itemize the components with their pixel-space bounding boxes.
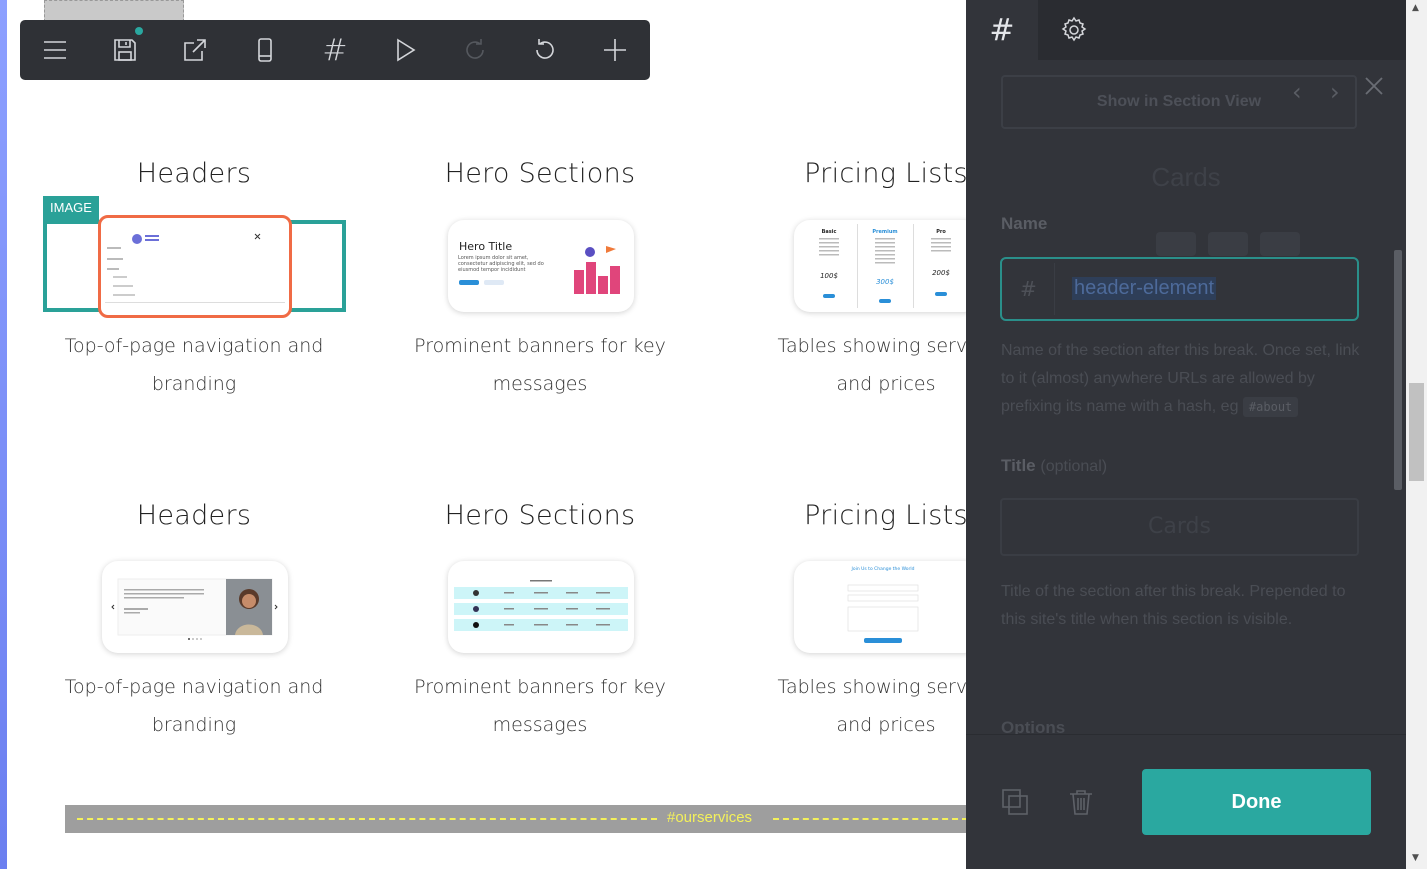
tab-settings[interactable] xyxy=(1038,0,1110,60)
ghost-chip xyxy=(1156,232,1196,256)
selected-thumbnail[interactable] xyxy=(98,215,292,318)
hero-section-thumbnail[interactable]: Hero Title Lorem ipsum dolor sit amet, c… xyxy=(448,220,634,312)
mobile-view-icon xyxy=(258,38,272,62)
break-dash-line xyxy=(77,818,657,820)
scroll-down-arrow[interactable]: ▼ xyxy=(1412,853,1419,863)
hash-prefix: # xyxy=(1020,277,1037,301)
delete-section-button[interactable] xyxy=(1066,787,1100,821)
show-in-section-view-button[interactable]: Show in Section View xyxy=(1001,75,1357,129)
next-section-arrow[interactable]: › xyxy=(1330,78,1340,106)
card-title: Headers xyxy=(136,500,252,531)
pricing-plan-label: Pro xyxy=(936,229,946,235)
pricing-plan-label: Basic xyxy=(822,229,837,235)
title-help-text: Title of the section after this break. P… xyxy=(1001,583,1346,628)
hash-icon: # xyxy=(989,12,1015,48)
hero-thumb-text: Lorem ipsum dolor sit amet, consectetur … xyxy=(458,255,544,273)
hash-icon: # xyxy=(322,32,348,68)
done-button[interactable]: Done xyxy=(1142,769,1371,835)
panel-tab-bar: # xyxy=(966,0,1406,60)
duplicate-section-button[interactable] xyxy=(1000,787,1034,821)
undo-icon xyxy=(536,39,554,59)
list-thumbnail[interactable] xyxy=(448,561,634,653)
open-external-button[interactable] xyxy=(160,20,230,80)
save-icon xyxy=(114,39,136,61)
close-panel-button[interactable] xyxy=(1363,75,1391,103)
name-help-text: Name of the section after this break. On… xyxy=(1001,342,1360,417)
input-divider xyxy=(1054,263,1055,315)
header-slider-thumbnail[interactable] xyxy=(102,561,288,653)
left-accent-strip xyxy=(0,0,7,869)
section-name-input[interactable]: # header-element xyxy=(1000,257,1359,321)
ghost-element-placeholder xyxy=(44,0,184,22)
scroll-up-arrow[interactable]: ▲ xyxy=(1412,3,1419,13)
form-thumb-title: Join Us to Change the World xyxy=(851,566,915,572)
pricing-list-thumbnail[interactable]: Basic Premium Pro 100$ 300$ 200$ xyxy=(794,220,980,312)
panel-scrollbar[interactable] xyxy=(1394,250,1402,490)
play-icon xyxy=(397,38,416,62)
editor-toolbar: # xyxy=(20,20,650,80)
add-block-button[interactable] xyxy=(580,20,650,80)
section-title-input[interactable]: Cards xyxy=(1000,498,1359,556)
card-title: Headers xyxy=(136,158,252,189)
trash-icon xyxy=(1070,790,1092,815)
menu-icon xyxy=(44,41,66,59)
ghost-chip xyxy=(1208,232,1248,256)
save-button[interactable] xyxy=(90,20,160,80)
section-break-label: #ourservices xyxy=(667,809,753,826)
section-name-value: header-element xyxy=(1072,277,1217,300)
break-dash-line xyxy=(773,818,968,820)
card-title: Hero Sections xyxy=(444,500,636,531)
ghost-section-heading: Cards xyxy=(1151,162,1221,192)
panel-footer: Done xyxy=(966,734,1406,869)
page-scrollbar-thumb[interactable] xyxy=(1409,383,1424,481)
form-thumbnail[interactable]: Join Us to Change the World xyxy=(794,561,980,653)
open-external-icon xyxy=(184,39,206,61)
pricing-price: 200$ xyxy=(932,269,950,277)
menu-button[interactable] xyxy=(20,20,90,80)
mobile-view-button[interactable] xyxy=(230,20,300,80)
section-hash-button[interactable]: # xyxy=(300,20,370,80)
duplicate-icon xyxy=(1002,789,1028,815)
tab-section-hash[interactable]: # xyxy=(966,0,1038,60)
pricing-price: 300$ xyxy=(876,278,894,286)
preview-button[interactable] xyxy=(370,20,440,80)
card-description: Prominent banners for key messages xyxy=(414,335,666,395)
card-description: Prominent banners for key messages xyxy=(414,676,666,736)
ghost-chip xyxy=(1260,232,1300,256)
redo-icon xyxy=(466,39,484,59)
undo-button[interactable] xyxy=(510,20,580,80)
close-icon xyxy=(1365,77,1383,95)
title-label: Title (optional) xyxy=(1001,456,1108,475)
gear-icon xyxy=(1061,16,1087,42)
section-settings-panel: # Show in Section View ‹ › Cards Name # … xyxy=(966,0,1406,869)
image-badge: IMAGE xyxy=(43,196,99,220)
card-title: Hero Sections xyxy=(444,158,636,189)
name-label: Name xyxy=(1001,214,1048,233)
section-break-bar[interactable]: #ourservices xyxy=(65,805,975,833)
prev-section-arrow[interactable]: ‹ xyxy=(1292,78,1302,106)
pricing-plan-label: Premium xyxy=(872,229,897,235)
card-description: Top-of-page navigation and branding xyxy=(64,335,324,395)
add-icon xyxy=(604,39,626,61)
example-code-chip: #about xyxy=(1242,397,1299,417)
redo-button[interactable] xyxy=(440,20,510,80)
nav-drawer-preview xyxy=(105,233,285,303)
pricing-price: 100$ xyxy=(820,272,838,280)
unsaved-indicator-dot xyxy=(135,27,143,35)
page-scrollbar[interactable]: ▲ ▼ xyxy=(1406,0,1427,869)
card-description: Top-of-page navigation and branding xyxy=(64,676,324,736)
hero-thumb-title: Hero Title xyxy=(459,240,512,253)
